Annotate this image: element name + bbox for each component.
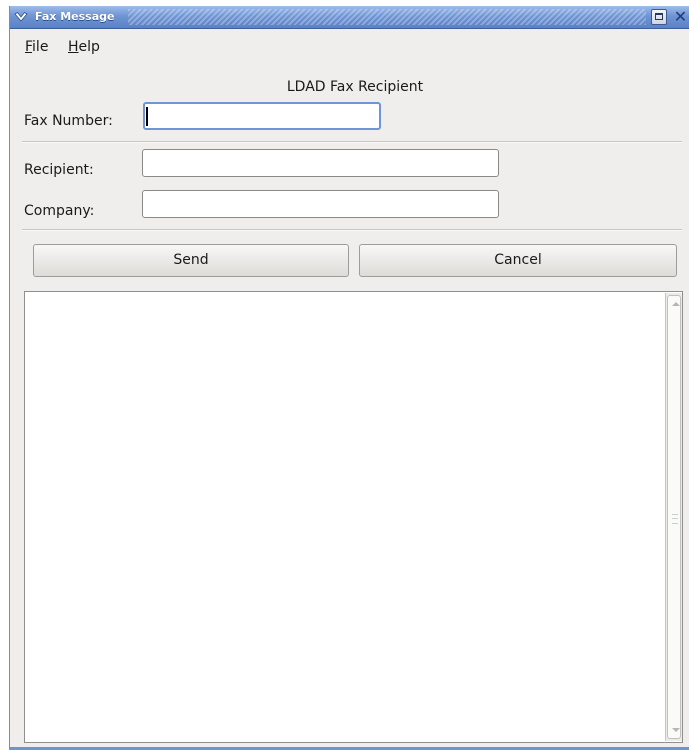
fax-number-label: Fax Number:: [24, 113, 113, 129]
send-button[interactable]: Send: [33, 244, 349, 277]
close-icon[interactable]: ✕: [671, 9, 689, 25]
scrollbar-thumb[interactable]: [667, 295, 681, 739]
cancel-button[interactable]: Cancel: [359, 244, 677, 277]
fax-number-input[interactable]: [143, 102, 381, 130]
title-bar[interactable]: Fax Message ✕: [10, 6, 689, 29]
text-cursor: [146, 107, 148, 126]
maximize-icon[interactable]: [651, 9, 667, 25]
separator: [22, 229, 682, 231]
message-text-area[interactable]: [24, 291, 683, 743]
scroll-grip-icon: [672, 514, 678, 524]
fax-message-window: Fax Message ✕ File Help LDAD Fax Recipie…: [9, 6, 689, 750]
window-menu-icon[interactable]: [14, 10, 28, 24]
company-input[interactable]: [142, 190, 499, 218]
vertical-scrollbar[interactable]: [665, 293, 682, 741]
recipient-label: Recipient:: [24, 162, 94, 178]
menu-bar: File Help: [10, 37, 689, 61]
scroll-down-arrow-icon[interactable]: [672, 728, 680, 732]
window-title: Fax Message: [35, 10, 115, 23]
menu-file[interactable]: File: [25, 39, 48, 55]
scroll-up-arrow-icon[interactable]: [672, 302, 680, 306]
company-label: Company:: [24, 203, 95, 219]
recipient-input[interactable]: [142, 149, 499, 177]
separator: [22, 141, 682, 143]
menu-help-label: elp: [78, 39, 100, 55]
menu-help[interactable]: Help: [68, 39, 100, 55]
form-title: LDAD Fax Recipient: [286, 79, 424, 95]
menu-file-mnemonic: F: [25, 39, 33, 55]
menu-file-label: ile: [32, 39, 49, 55]
menu-help-mnemonic: H: [68, 39, 79, 55]
title-bar-stripes: [128, 9, 646, 25]
